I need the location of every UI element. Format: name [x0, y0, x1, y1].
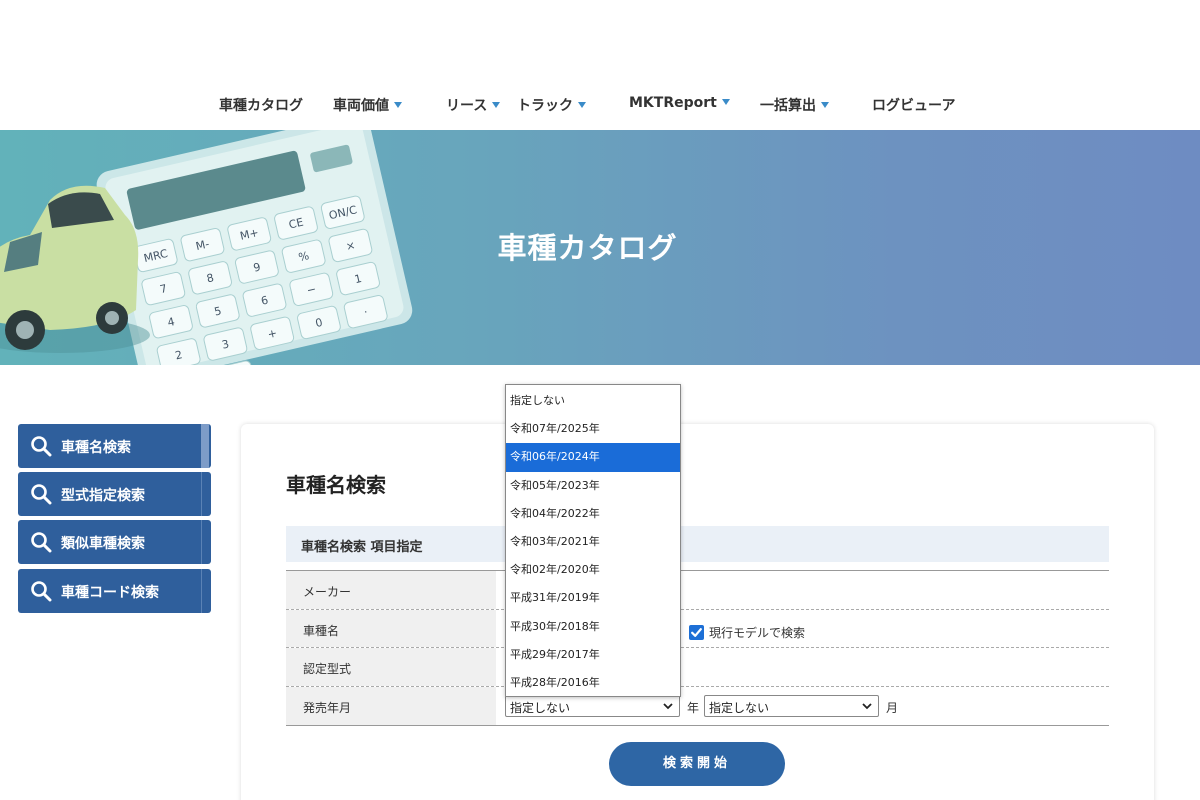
nav-item-label: リース [446, 98, 488, 114]
sidebar-item-label: 車種名検索 [61, 440, 131, 456]
search-icon [31, 532, 52, 553]
search-form-table: メーカー 車種名 現行モデルで検索 認定型式 発売年月 指定しない 年 指定しな… [286, 570, 1109, 726]
sidebar-item-label: 類似車種検索 [61, 536, 145, 552]
current-model-label: 現行モデルで検索 [709, 625, 806, 640]
chevron-down-icon [862, 702, 872, 709]
search-icon [31, 484, 52, 505]
nav-item-label: 車両価値 [333, 98, 389, 114]
select-value: 指定しない [709, 700, 770, 715]
caret-down-icon [578, 102, 586, 108]
year-unit-label: 年 [687, 700, 700, 715]
form-row-cert-type: 認定型式 [286, 648, 1109, 687]
section-header-label: 車種名検索 項目指定 [301, 540, 423, 555]
release-date-label: 発売年月 [303, 700, 352, 715]
caret-down-icon [721, 99, 730, 105]
top-nav: 車種カタログ 車両価値 リース トラック MKTReport 一括算出 ログビュ… [0, 95, 1200, 119]
form-row-model: 車種名 現行モデルで検索 [286, 609, 1109, 648]
sidebar-item-edge [201, 424, 209, 468]
form-row-release-date: 発売年月 指定しない 年 指定しない 月 [286, 686, 1109, 725]
hero-banner: MRCM-M+CEON/C789%×456−123+0·+/-= 車種カタログ [0, 130, 1200, 365]
dropdown-option[interactable]: 平成29年/2017年 [506, 641, 680, 669]
search-icon [31, 436, 52, 457]
nav-item-truck[interactable]: トラック [517, 95, 586, 115]
form-row-maker: メーカー [286, 571, 1109, 610]
nav-item-lease[interactable]: リース [446, 95, 501, 115]
search-form-card: 車種名検索 車種名検索 項目指定 メーカー 車種名 現行モデルで検索 認定型式 … [241, 424, 1154, 800]
sidebar-item-label: 車種コード検索 [61, 585, 159, 601]
dropdown-option[interactable]: 平成30年/2018年 [506, 613, 680, 641]
nav-item-vehicle-value[interactable]: 車両価値 [333, 95, 402, 115]
nav-item-log-viewer[interactable]: ログビューア [872, 95, 955, 115]
form-title: 車種名検索 [286, 473, 386, 497]
nav-item-label: ログビューア [872, 98, 956, 114]
current-model-checkbox[interactable]: 現行モデルで検索 [689, 622, 805, 641]
release-year-select[interactable]: 指定しない [505, 694, 680, 717]
sidebar-item-label: 型式指定検索 [61, 488, 145, 504]
nav-item-label: 車種カタログ [219, 98, 303, 114]
page-hero-title: 車種カタログ [497, 231, 678, 265]
caret-down-icon [821, 102, 829, 108]
model-label: 車種名 [303, 623, 340, 638]
sidebar-item-similar-search[interactable]: 類似車種検索 [18, 520, 211, 564]
section-header: 車種名検索 項目指定 [286, 526, 1109, 562]
dropdown-option[interactable]: 令和04年/2022年 [506, 500, 680, 528]
field-label-cell: 認定型式 [286, 648, 496, 686]
release-year-dropdown-list: 指定しない 令和07年/2025年 令和06年/2024年 令和05年/2023… [505, 384, 681, 697]
nav-item-mktreport[interactable]: MKTReport [629, 95, 730, 111]
nav-item-catalog[interactable]: 車種カタログ [219, 95, 303, 115]
dropdown-option[interactable]: 平成28年/2016年 [506, 669, 680, 696]
dropdown-option[interactable]: 令和03年/2021年 [506, 528, 680, 556]
search-start-button[interactable]: 検索開始 [609, 742, 785, 786]
nav-item-bulk-calc[interactable]: 一括算出 [760, 95, 829, 115]
sidebar-item-edge [201, 472, 209, 516]
sidebar-item-type-search[interactable]: 型式指定検索 [18, 472, 211, 516]
dropdown-option[interactable]: 平成31年/2019年 [506, 584, 680, 612]
search-icon [31, 581, 52, 602]
month-unit-label: 月 [886, 700, 899, 715]
release-month-select[interactable]: 指定しない [704, 694, 879, 717]
sidebar-item-edge [201, 520, 209, 564]
dropdown-option[interactable]: 令和02年/2020年 [506, 556, 680, 584]
caret-down-icon [492, 102, 501, 108]
field-label-cell: 車種名 [286, 609, 496, 647]
checkbox-checked-icon[interactable] [689, 624, 704, 640]
nav-item-label: 一括算出 [760, 98, 816, 114]
field-label-cell: メーカー [286, 571, 496, 609]
field-label-cell: 発売年月 [286, 686, 496, 725]
caret-down-icon [394, 102, 402, 108]
dropdown-option[interactable]: 令和05年/2023年 [506, 472, 680, 500]
sidebar-item-code-search[interactable]: 車種コード検索 [18, 569, 211, 613]
chevron-down-icon [663, 702, 673, 709]
dropdown-option-highlighted[interactable]: 令和06年/2024年 [506, 443, 680, 472]
maker-label: メーカー [303, 585, 352, 599]
nav-item-label: MKTReport [629, 95, 717, 111]
sidebar-item-model-name-search[interactable]: 車種名検索 [18, 424, 211, 468]
dropdown-option[interactable]: 指定しない [506, 387, 680, 415]
nav-item-label: トラック [517, 98, 573, 114]
sidebar-item-edge [201, 569, 209, 613]
select-value: 指定しない [510, 700, 571, 715]
dropdown-option[interactable]: 令和07年/2025年 [506, 415, 680, 443]
cert-type-label: 認定型式 [303, 662, 352, 676]
